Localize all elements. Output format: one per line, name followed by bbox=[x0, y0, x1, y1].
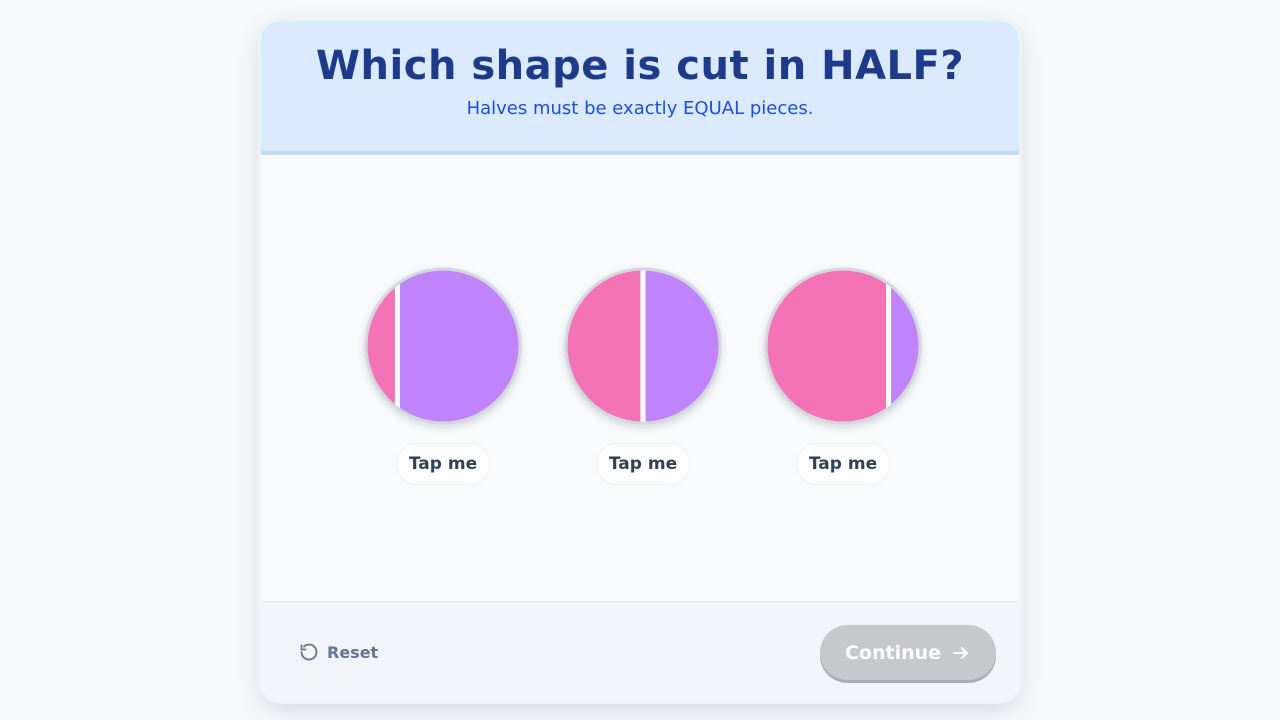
cut-circle-1[interactable] bbox=[363, 266, 523, 426]
reset-button[interactable]: Reset bbox=[299, 636, 378, 668]
tap-button-1[interactable]: Tap me bbox=[396, 443, 490, 485]
cut-circle-3[interactable] bbox=[763, 266, 923, 426]
continue-label: Continue bbox=[844, 641, 942, 664]
tap-button-3[interactable]: Tap me bbox=[796, 443, 890, 485]
right-piece bbox=[643, 270, 719, 422]
question-header: Which shape is cut in HALF? Halves must … bbox=[261, 21, 1019, 155]
left-piece bbox=[567, 270, 643, 422]
question-subtitle: Halves must be exactly EQUAL pieces. bbox=[466, 98, 814, 119]
continue-button[interactable]: Continue bbox=[820, 625, 996, 680]
question-footer: Reset Continue bbox=[261, 601, 1019, 701]
right-piece bbox=[397, 270, 519, 422]
question-title: Which shape is cut in HALF? bbox=[315, 43, 965, 89]
question-card: Which shape is cut in HALF? Halves must … bbox=[258, 18, 1022, 704]
left-piece bbox=[767, 270, 889, 422]
arrow-right-icon bbox=[953, 646, 968, 659]
tap-button-2[interactable]: Tap me bbox=[596, 443, 690, 485]
shape-option-2[interactable]: Tap me bbox=[563, 266, 723, 496]
shape-option-1[interactable]: Tap me bbox=[363, 266, 523, 496]
rotate-ccw-icon bbox=[300, 643, 318, 661]
shape-option-3[interactable]: Tap me bbox=[763, 266, 923, 496]
reset-label: Reset bbox=[327, 642, 379, 662]
cut-circle-2[interactable] bbox=[563, 266, 723, 426]
